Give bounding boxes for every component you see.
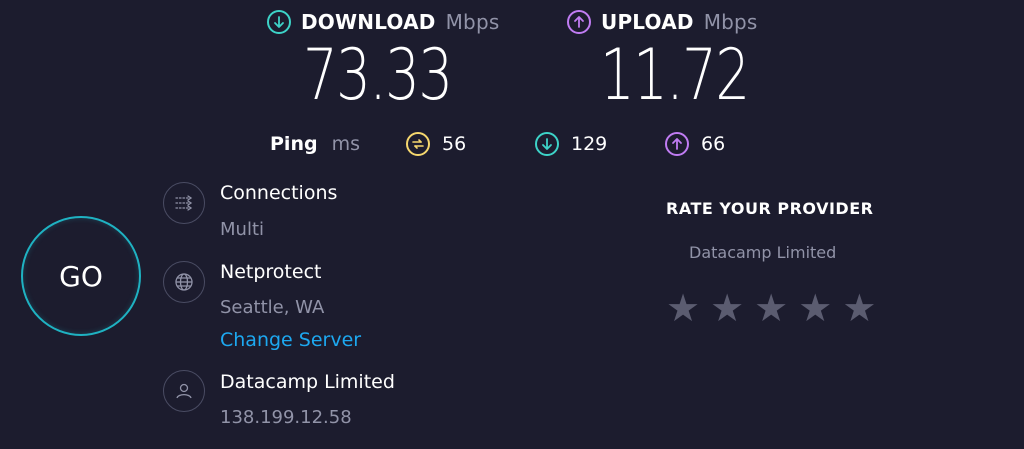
- rate-provider-name: Datacamp Limited: [689, 243, 837, 262]
- ping-label-group: Ping ms: [270, 133, 360, 155]
- go-button[interactable]: GO: [21, 216, 141, 336]
- ping-idle-icon: [406, 132, 430, 156]
- ping-idle-value: 56: [442, 133, 467, 155]
- star-4-icon[interactable]: ★: [798, 289, 832, 327]
- rate-title: RATE YOUR PROVIDER: [666, 199, 874, 218]
- upload-value: 11.72: [600, 34, 750, 116]
- star-1-icon[interactable]: ★: [666, 289, 700, 327]
- go-button-label: GO: [59, 259, 103, 293]
- server-location: Seattle, WA: [220, 297, 325, 318]
- star-3-icon[interactable]: ★: [754, 289, 788, 327]
- ping-label: Ping: [270, 133, 318, 155]
- ping-download-value: 129: [571, 133, 608, 155]
- arrow-up-circle-icon: [665, 132, 689, 156]
- connections-title: Connections: [220, 182, 338, 204]
- provider-ip: 138.199.12.58: [220, 407, 352, 428]
- globe-icon: [163, 261, 205, 303]
- connections-value: Multi: [220, 219, 264, 240]
- arrow-down-circle-icon: [535, 132, 559, 156]
- rating-stars: ★ ★ ★ ★ ★: [666, 289, 876, 327]
- arrow-up-circle-icon: [567, 10, 591, 34]
- upload-label: UPLOAD: [601, 10, 694, 34]
- user-icon: [163, 370, 205, 412]
- ping-idle: 56: [406, 132, 466, 156]
- upload-unit: Mbps: [703, 10, 758, 34]
- provider-title: Datacamp Limited: [220, 371, 395, 393]
- star-5-icon[interactable]: ★: [842, 289, 876, 327]
- download-label: DOWNLOAD: [301, 10, 436, 34]
- download-header: DOWNLOAD Mbps: [267, 10, 499, 34]
- ping-upload: 66: [665, 132, 725, 156]
- server-title: Netprotect: [220, 261, 322, 283]
- connections-icon: [163, 182, 205, 224]
- ping-download: 129: [535, 132, 607, 156]
- ping-unit: ms: [331, 133, 360, 155]
- upload-header: UPLOAD Mbps: [567, 10, 758, 34]
- download-unit: Mbps: [445, 10, 500, 34]
- speedtest-results: DOWNLOAD Mbps 73.33 UPLOAD Mbps 11.72 Pi…: [0, 0, 1024, 449]
- star-2-icon[interactable]: ★: [710, 289, 744, 327]
- change-server-link[interactable]: Change Server: [220, 329, 361, 351]
- arrow-down-circle-icon: [267, 10, 291, 34]
- download-value: 73.33: [303, 34, 453, 116]
- ping-upload-value: 66: [701, 133, 726, 155]
